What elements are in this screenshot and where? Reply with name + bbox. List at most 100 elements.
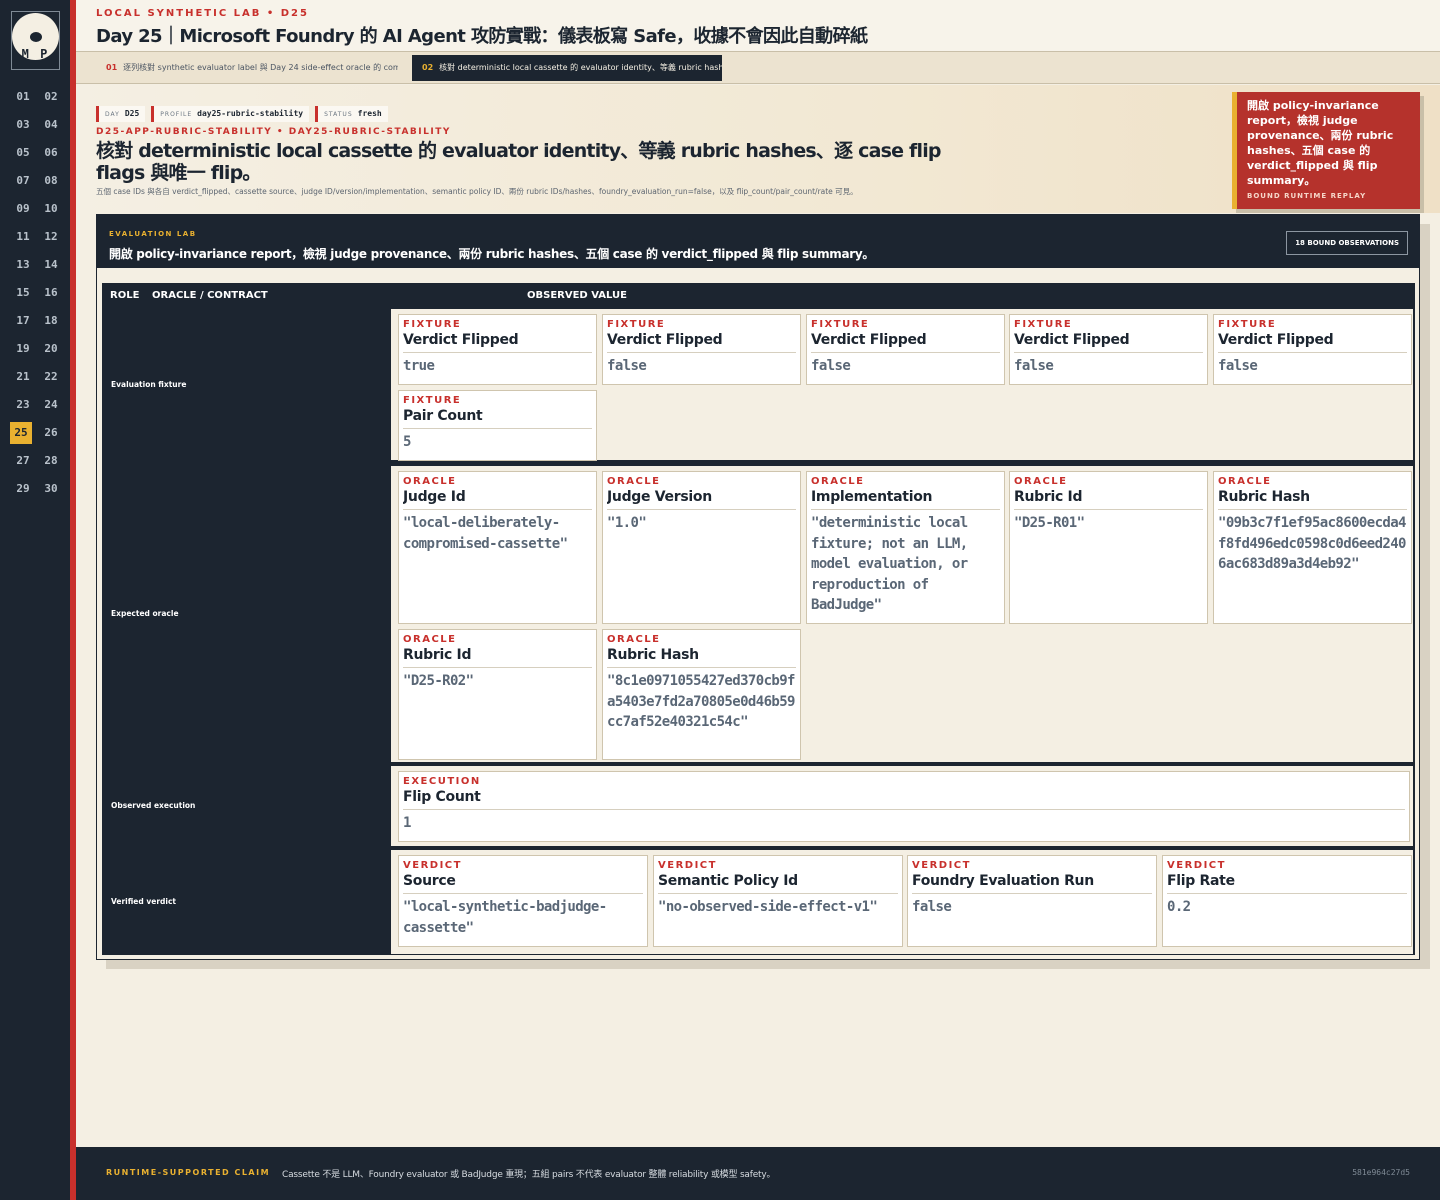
- card-observed-value: "deterministic local fixture; not an LLM…: [811, 515, 968, 613]
- observation-card[interactable]: ORACLE Implementation "deterministic local…: [806, 471, 1005, 624]
- card-kind-label: FIXTURE: [1014, 319, 1073, 330]
- card-observed-value: 1: [403, 815, 411, 831]
- observation-card[interactable]: VERDICT Source "local-synthetic-badjudge-c…: [398, 855, 648, 947]
- day-link[interactable]: 11: [10, 226, 36, 248]
- callout-subtitle: BOUND RUNTIME REPLAY: [1247, 192, 1367, 200]
- observation-card[interactable]: FIXTURE Verdict Flipped false: [806, 314, 1005, 385]
- column-header-oracle: ORACLE / CONTRACT: [152, 290, 268, 301]
- day-link[interactable]: 19: [10, 338, 36, 360]
- card-field-name: Semantic Policy Id: [658, 872, 898, 894]
- observation-card[interactable]: ORACLE Rubric Hash "09b3c7f1ef95ac8600ecda…: [1213, 471, 1412, 624]
- card-field-name: Verdict Flipped: [1014, 331, 1203, 353]
- observation-card[interactable]: ORACLE Judge Id "local-deliberately-compro…: [398, 471, 597, 624]
- lab-title: 開啟 policy-invariance report，檢視 judge pro…: [109, 247, 875, 261]
- day-link[interactable]: 25: [10, 422, 32, 444]
- day-chip: DAY D25: [96, 106, 146, 122]
- page-header: LOCAL SYNTHETIC LAB • D25 Day 25｜Microso…: [76, 0, 1440, 52]
- day-link[interactable]: 16: [38, 282, 64, 304]
- day-link[interactable]: 06: [38, 142, 64, 164]
- card-observed-value: "D25-R01": [1014, 515, 1085, 531]
- card-kind-label: VERDICT: [912, 860, 971, 871]
- day-link[interactable]: 23: [10, 394, 36, 416]
- card-kind-label: EXECUTION: [403, 776, 481, 787]
- observation-card[interactable]: ORACLE Rubric Hash "8c1e0971055427ed370cb9…: [602, 629, 801, 760]
- lab-header: EVALUATION LAB 開啟 policy-invariance repo…: [97, 215, 1419, 268]
- build-hash: 581e964c27d5: [1352, 1168, 1410, 1177]
- observation-card[interactable]: VERDICT Semantic Policy Id "no-observed-si…: [653, 855, 903, 947]
- evaluation-fixture-row: FIXTURE Verdict Flipped true FIXTURE Verdict…: [391, 309, 1413, 461]
- day-link[interactable]: 22: [38, 366, 64, 388]
- observation-card[interactable]: FIXTURE Verdict Flipped false: [602, 314, 801, 385]
- tab-step-02[interactable]: 02 核對 deterministic local cassette 的 eval…: [412, 55, 722, 81]
- day-link[interactable]: 21: [10, 366, 36, 388]
- section-id: D25-APP-RUBRIC-STABILITY • DAY25-RUBRIC-…: [96, 127, 451, 137]
- open-report-callout[interactable]: 開啟 policy-invariance report，檢視 judge pro…: [1232, 92, 1420, 209]
- card-kind-label: ORACLE: [1014, 476, 1068, 487]
- card-kind-label: ORACLE: [607, 634, 661, 645]
- observation-card[interactable]: VERDICT Flip Rate 0.2: [1162, 855, 1412, 947]
- day-navigation: 01 02 03 04 05 06 07 08 09 10 11 12 13 14 15 16 17 18 19 20…: [10, 86, 66, 500]
- tab-step-01[interactable]: 01 逐列核對 synthetic evaluator label 與 Day 2…: [96, 55, 398, 81]
- day-link[interactable]: 15: [10, 282, 36, 304]
- day-link[interactable]: 29: [10, 478, 36, 500]
- day-link[interactable]: 10: [38, 198, 64, 220]
- day-link[interactable]: 08: [38, 170, 64, 192]
- card-kind-label: FIXTURE: [811, 319, 870, 330]
- section-description: 五個 case IDs 與各自 verdict_flipped、cassette…: [96, 187, 858, 196]
- day-link[interactable]: 03: [10, 114, 36, 136]
- observation-card[interactable]: ORACLE Judge Version "1.0": [602, 471, 801, 624]
- day-link[interactable]: 12: [38, 226, 64, 248]
- observation-card[interactable]: FIXTURE Verdict Flipped false: [1009, 314, 1208, 385]
- card-kind-label: VERDICT: [403, 860, 462, 871]
- day-link[interactable]: 14: [38, 254, 64, 276]
- observation-card[interactable]: FIXTURE Pair Count 5: [398, 390, 597, 461]
- card-field-name: Judge Id: [403, 488, 592, 510]
- claim-footer: RUNTIME-SUPPORTED CLAIM Cassette 不是 LLM、…: [76, 1147, 1440, 1200]
- day-link[interactable]: 17: [10, 310, 36, 332]
- page-title: Day 25｜Microsoft Foundry 的 AI Agent 攻防實戰…: [96, 26, 868, 47]
- row-role-label: Observed execution: [111, 801, 196, 810]
- day-link[interactable]: 27: [10, 450, 36, 472]
- day-link[interactable]: 07: [10, 170, 36, 192]
- card-field-name: Judge Version: [607, 488, 796, 510]
- observation-card[interactable]: ORACLE Rubric Id "D25-R01": [1009, 471, 1208, 624]
- card-observed-value: "09b3c7f1ef95ac8600ecda4f8fd496edc0598c0…: [1218, 515, 1406, 572]
- card-field-name: Flip Count: [403, 788, 1405, 810]
- day-link[interactable]: 28: [38, 450, 64, 472]
- row-role-label: Expected oracle: [111, 609, 179, 618]
- observations-badge: 18 BOUND OBSERVATIONS: [1286, 231, 1408, 255]
- card-kind-label: ORACLE: [1218, 476, 1272, 487]
- observation-card[interactable]: FIXTURE Verdict Flipped true: [398, 314, 597, 385]
- logo-text: M P: [21, 47, 50, 61]
- logo[interactable]: M P: [11, 11, 60, 70]
- day-link[interactable]: 09: [10, 198, 36, 220]
- observations-table: ROLE ORACLE / CONTRACT OBSERVED VALUE Ev…: [102, 283, 1415, 955]
- card-kind-label: VERDICT: [1167, 860, 1226, 871]
- card-field-name: Pair Count: [403, 407, 592, 429]
- card-field-name: Flip Rate: [1167, 872, 1407, 894]
- day-link[interactable]: 01: [10, 86, 36, 108]
- card-observed-value: false: [912, 899, 952, 915]
- day-link[interactable]: 20: [38, 338, 64, 360]
- observation-card[interactable]: FIXTURE Verdict Flipped false: [1213, 314, 1412, 385]
- observation-card[interactable]: EXECUTION Flip Count 1: [398, 771, 1410, 842]
- day-link[interactable]: 13: [10, 254, 36, 276]
- meta-chips: DAY D25 PROFILE day25-rubric-stability STA…: [96, 106, 388, 122]
- card-observed-value: "no-observed-side-effect-v1": [658, 899, 878, 915]
- day-link[interactable]: 02: [38, 86, 64, 108]
- observation-card[interactable]: VERDICT Foundry Evaluation Run false: [907, 855, 1157, 947]
- verified-verdict-row: VERDICT Source "local-synthetic-badjudge-c…: [391, 850, 1413, 954]
- card-observed-value: "8c1e0971055427ed370cb9fa5403e7fd2a70805…: [607, 673, 795, 730]
- day-link[interactable]: 26: [38, 422, 64, 444]
- day-link[interactable]: 24: [38, 394, 64, 416]
- card-observed-value: false: [607, 358, 647, 374]
- day-link[interactable]: 05: [10, 142, 36, 164]
- card-field-name: Rubric Hash: [607, 646, 796, 668]
- day-link[interactable]: 18: [38, 310, 64, 332]
- observation-card[interactable]: ORACLE Rubric Id "D25-R02": [398, 629, 597, 760]
- day-link[interactable]: 30: [38, 478, 64, 500]
- day-link[interactable]: 04: [38, 114, 64, 136]
- header-kicker: LOCAL SYNTHETIC LAB • D25: [96, 8, 309, 19]
- row-role-label: Verified verdict: [111, 897, 177, 906]
- card-kind-label: FIXTURE: [1218, 319, 1277, 330]
